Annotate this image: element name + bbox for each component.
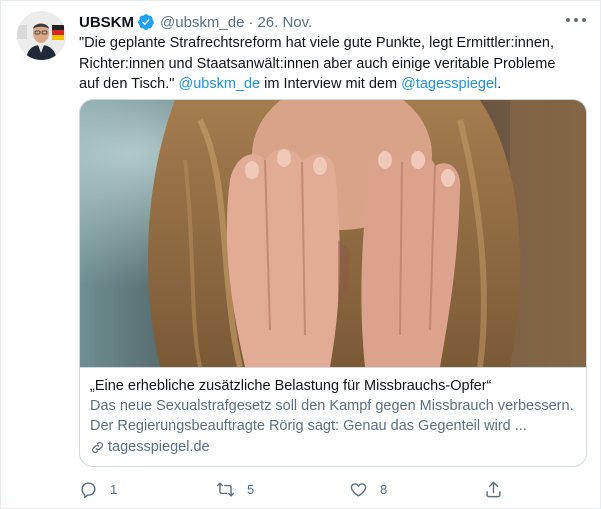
author-handle[interactable]: @ubskm_de bbox=[160, 14, 244, 31]
like-count: 8 bbox=[380, 481, 388, 497]
card-title[interactable]: „Eine erhebliche zusätzliche Belastung f… bbox=[90, 376, 578, 396]
avatar-image bbox=[17, 11, 66, 60]
card-domain-text: tagesspiegel.de bbox=[108, 439, 210, 455]
more-icon[interactable] bbox=[566, 14, 586, 26]
header-separator: · bbox=[248, 13, 254, 31]
share-icon bbox=[486, 481, 501, 497]
share-button[interactable] bbox=[484, 479, 503, 499]
link-icon bbox=[92, 441, 103, 453]
author-name[interactable]: UBSKM bbox=[79, 14, 134, 31]
mention-ubskm[interactable]: @ubskm_de bbox=[178, 76, 260, 92]
retweet-icon bbox=[216, 481, 235, 497]
mention-tagesspiegel[interactable]: @tagesspiegel bbox=[401, 76, 497, 92]
reply-icon bbox=[81, 481, 96, 498]
card-image bbox=[80, 100, 586, 367]
like-icon bbox=[350, 482, 367, 497]
card-domain[interactable]: tagesspiegel.de bbox=[90, 437, 578, 457]
verified-badge-icon bbox=[138, 14, 154, 30]
tweet-header: UBSKM @ubskm_de · 26. Nov. bbox=[79, 12, 579, 32]
avatar[interactable] bbox=[17, 11, 66, 60]
retweet-count: 5 bbox=[247, 481, 255, 497]
reply-count: 1 bbox=[110, 481, 118, 497]
reply-button[interactable]: 1 bbox=[79, 479, 117, 499]
link-preview-card[interactable]: „Eine erhebliche zusätzliche Belastung f… bbox=[79, 99, 587, 467]
tweet-text: "Die geplante Strafrechtsreform hat viel… bbox=[79, 33, 579, 95]
like-button[interactable]: 8 bbox=[349, 479, 387, 499]
retweet-button[interactable]: 5 bbox=[216, 479, 254, 499]
tweet-actions: 1 5 8 bbox=[79, 479, 509, 499]
tweet-text-end: . bbox=[497, 76, 502, 92]
tweet-text-middle: im Interview mit dem bbox=[260, 76, 402, 92]
card-description: Das neue Sexualstrafgesetz soll den Kamp… bbox=[90, 398, 574, 434]
tweet[interactable]: UBSKM @ubskm_de · 26. Nov. "Die geplante… bbox=[0, 0, 601, 509]
tweet-date[interactable]: 26. Nov. bbox=[257, 14, 312, 31]
card-body: „Eine erhebliche zusätzliche Belastung f… bbox=[80, 367, 586, 466]
